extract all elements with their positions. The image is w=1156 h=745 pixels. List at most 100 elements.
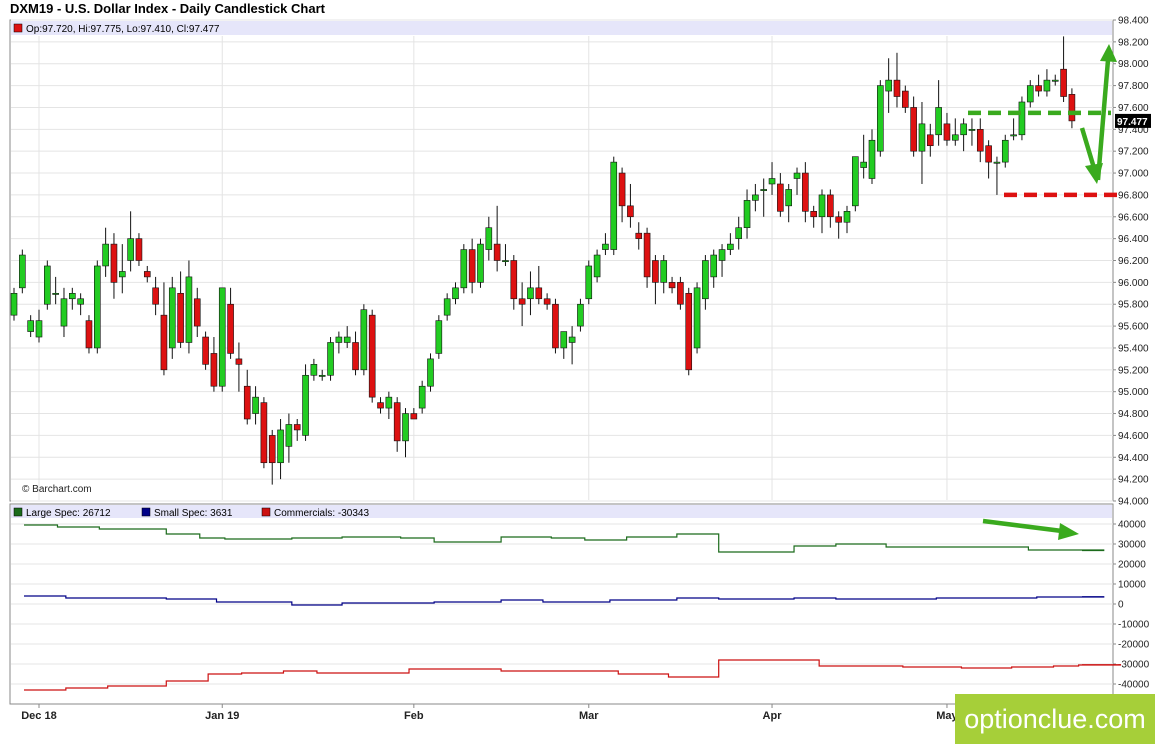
candle-body — [718, 249, 726, 261]
x-tick-label: Apr — [763, 710, 783, 722]
candle-body — [985, 145, 992, 163]
last-price-label: 97.477 — [1117, 117, 1148, 128]
candle-body — [1051, 79, 1059, 82]
candle-body — [243, 385, 251, 420]
candle-body — [643, 232, 651, 278]
candle — [94, 260, 101, 354]
candle — [202, 331, 209, 370]
price-tick-label: 94.800 — [1118, 409, 1149, 420]
cot-legend: Large Spec: 26712 Small Spec: 3631 Commerc… — [11, 505, 1112, 519]
price-tick-label: 96.000 — [1118, 278, 1149, 289]
price-tick-label: 95.200 — [1118, 365, 1149, 376]
candle — [585, 260, 593, 305]
candle-body — [877, 85, 884, 152]
cot-legend-label: Large Spec: 26712 — [26, 508, 111, 519]
candle-body — [452, 287, 459, 300]
candle-body — [685, 292, 693, 371]
candle-body — [69, 292, 76, 300]
candle-body — [702, 260, 709, 300]
cot-legend-swatch — [261, 507, 271, 517]
candle-body — [968, 129, 976, 131]
candle-body — [976, 129, 984, 152]
candle — [260, 397, 268, 469]
candle-body — [202, 336, 209, 365]
candle-body — [485, 227, 493, 250]
candle-body — [152, 287, 159, 305]
candle-body — [493, 243, 501, 261]
candle-body — [443, 298, 451, 316]
x-tick-label: Feb — [404, 710, 424, 722]
candle-body — [660, 260, 668, 283]
candle-body — [1035, 85, 1042, 92]
candle-body — [727, 243, 734, 250]
candle-body — [310, 364, 318, 376]
candle — [552, 298, 559, 354]
candle-body — [818, 194, 826, 218]
candle-body — [593, 254, 601, 278]
candle-body — [735, 227, 743, 239]
candle-body — [410, 413, 418, 420]
candle-body — [127, 238, 134, 261]
candle-body — [926, 134, 934, 147]
price-tick-label: 94.200 — [1118, 475, 1149, 486]
candle-body — [852, 156, 859, 207]
candle-body — [893, 79, 901, 97]
candle-body — [235, 358, 243, 365]
candle-body — [427, 358, 434, 387]
candle-body — [94, 265, 101, 349]
price-tick-label: 97.600 — [1118, 103, 1149, 114]
candle-body — [160, 314, 168, 371]
price-tick-label: 98.200 — [1118, 37, 1149, 48]
candle-body — [260, 402, 268, 464]
candle-body — [585, 265, 593, 300]
candle-body — [468, 249, 476, 283]
candle-body — [635, 232, 643, 239]
candle-body — [318, 374, 326, 377]
candle-body — [1060, 68, 1067, 97]
candle-body — [910, 107, 917, 152]
candle-body — [343, 336, 351, 343]
candle-body — [768, 178, 776, 185]
candle-body — [418, 385, 426, 409]
price-axis: 98.40098.20098.00097.80097.60097.40097.2… — [1113, 16, 1149, 508]
candle-body — [577, 303, 584, 327]
candle — [685, 287, 693, 376]
candle-body — [35, 320, 43, 338]
candle-body — [693, 287, 701, 349]
candle-body — [668, 282, 676, 289]
candle-body — [110, 243, 118, 283]
candle-body — [335, 336, 343, 343]
candle — [460, 244, 468, 294]
candle — [477, 238, 484, 288]
candle-body — [785, 189, 792, 207]
candle-body — [885, 79, 892, 92]
candle-body — [193, 298, 201, 327]
candle-body — [135, 238, 143, 261]
cot-tick-label: 20000 — [1118, 560, 1146, 571]
candle — [693, 282, 701, 354]
candle — [427, 353, 434, 392]
price-tick-label: 97.000 — [1118, 169, 1149, 180]
price-tick-label: 96.200 — [1118, 256, 1149, 267]
candle — [327, 337, 334, 381]
cot-tick-label: 40000 — [1118, 520, 1146, 531]
chart-title: DXM19 - U.S. Dollar Index - Daily Candle… — [10, 1, 326, 16]
price-tick-label: 98.400 — [1118, 16, 1149, 27]
candle-body — [902, 90, 909, 108]
price-tick-label: 94.400 — [1118, 453, 1149, 464]
chart-canvas: DXM19 - U.S. Dollar Index - Daily Candle… — [9, 1, 1151, 722]
candle-body — [44, 265, 51, 305]
ohlc-legend-swatch — [13, 23, 23, 33]
candle-body — [527, 287, 534, 300]
candle-body — [1018, 101, 1026, 136]
cot-tick-label: 0 — [1118, 600, 1124, 611]
candle-body — [1010, 134, 1017, 137]
candle — [368, 309, 376, 403]
cot-tick-label: 10000 — [1118, 580, 1146, 591]
candle — [877, 80, 884, 157]
candle-body — [227, 303, 234, 354]
candle-body — [752, 194, 759, 201]
candle — [218, 287, 226, 392]
x-tick-label: Jan 19 — [205, 710, 239, 722]
candle-body — [568, 336, 576, 343]
